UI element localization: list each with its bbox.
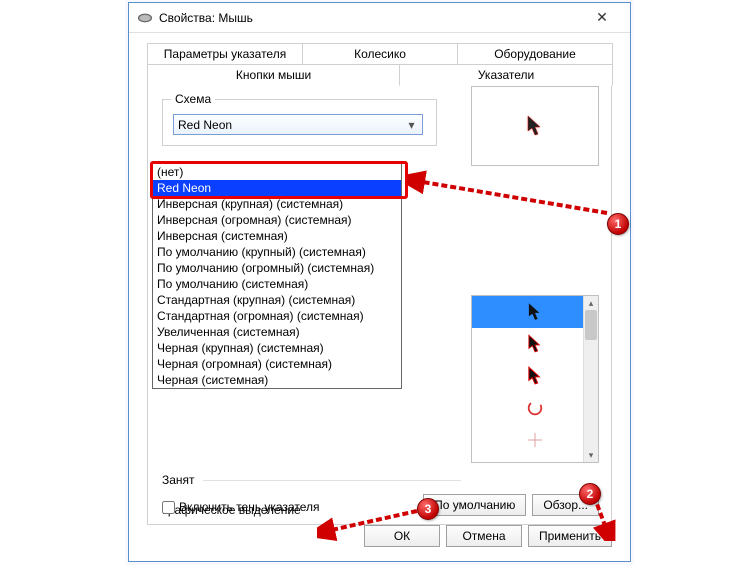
scheme-option[interactable]: По умолчанию (системная) [153, 276, 401, 292]
cursor-list-item[interactable] [472, 392, 598, 424]
scheme-option[interactable]: По умолчанию (огромный) (системная) [153, 260, 401, 276]
scheme-option[interactable]: Черная (крупная) (системная) [153, 340, 401, 356]
scheme-option[interactable]: Стандартная (крупная) (системная) [153, 292, 401, 308]
annotation-badge-3: 3 [417, 498, 439, 520]
scheme-group-label: Схема [171, 92, 215, 106]
annotation-badge-2: 2 [579, 483, 601, 505]
scheme-combobox[interactable]: Red Neon ▾ [173, 114, 423, 135]
scheme-option[interactable]: Черная (огромная) (системная) [153, 356, 401, 372]
divider [203, 480, 461, 481]
tab-row-2: Кнопки мыши Указатели [147, 64, 612, 86]
cancel-button[interactable]: Отмена [446, 525, 522, 547]
scroll-down-arrow[interactable]: ▾ [584, 448, 598, 462]
cursor-arrow-icon [527, 115, 543, 137]
pointer-shadow-checkbox-row: Включить тень указателя [162, 500, 320, 514]
scheme-option[interactable]: (нет) [153, 164, 401, 180]
cursor-list-scrollbar[interactable]: ▴ ▾ [583, 296, 598, 462]
chevron-down-icon: ▾ [404, 117, 419, 132]
mouse-properties-window: Свойства: Мышь ✕ Параметры указателя Кол… [128, 2, 631, 562]
scheme-groupbox: Схема Red Neon ▾ [162, 99, 437, 146]
scheme-option[interactable]: Red Neon [153, 180, 401, 196]
scheme-dropdown-list[interactable]: (нет) Red Neon Инверсная (крупная) (сист… [152, 163, 402, 389]
apply-button[interactable]: Применить [528, 525, 612, 547]
busy-label: Занят [162, 473, 195, 487]
scheme-option[interactable]: Инверсная (огромная) (системная) [153, 212, 401, 228]
close-icon: ✕ [596, 9, 608, 26]
scheme-option[interactable]: Инверсная (крупная) (системная) [153, 196, 401, 212]
close-button[interactable]: ✕ [582, 4, 622, 32]
scheme-button-row: По умолчанию Обзор... [423, 494, 599, 516]
scroll-up-arrow[interactable]: ▴ [584, 296, 598, 310]
crosshair-icon [526, 431, 544, 449]
cursor-list[interactable]: ▴ ▾ [471, 295, 599, 463]
cursor-list-item[interactable] [472, 328, 598, 360]
scheme-option[interactable]: Увеличенная (системная) [153, 324, 401, 340]
scheme-selected-value: Red Neon [178, 118, 232, 132]
tab-buttons[interactable]: Кнопки мыши [147, 64, 400, 86]
annotation-badge-1: 1 [607, 213, 629, 235]
defaults-button[interactable]: По умолчанию [423, 494, 526, 516]
scheme-option[interactable]: По умолчанию (крупный) (системная) [153, 244, 401, 260]
tab-pointers[interactable]: Указатели [399, 64, 613, 86]
cursor-arrow-icon [528, 334, 542, 354]
mouse-icon [137, 12, 153, 24]
cursor-list-item[interactable] [472, 296, 598, 328]
busy-spinner-icon [526, 399, 544, 417]
tab-row-1: Параметры указателя Колесико Оборудовани… [147, 43, 612, 65]
cursor-arrow-icon [528, 302, 542, 322]
dialog-button-row: ОК Отмена Применить [364, 525, 612, 547]
tab-pointer-options[interactable]: Параметры указателя [147, 43, 303, 64]
tab-wheel[interactable]: Колесико [302, 43, 458, 64]
tab-hardware[interactable]: Оборудование [457, 43, 613, 64]
cursor-preview [471, 86, 599, 166]
window-title: Свойства: Мышь [159, 11, 582, 25]
scheme-option[interactable]: Инверсная (системная) [153, 228, 401, 244]
pointer-shadow-label: Включить тень указателя [179, 500, 320, 514]
cursor-list-item[interactable] [472, 424, 598, 456]
pointer-shadow-checkbox[interactable] [162, 501, 175, 514]
cursor-arrow-icon [528, 366, 542, 386]
scheme-option[interactable]: Стандартная (огромная) (системная) [153, 308, 401, 324]
titlebar: Свойства: Мышь ✕ [129, 3, 630, 33]
ok-button[interactable]: ОК [364, 525, 440, 547]
scroll-thumb[interactable] [585, 310, 597, 340]
cursor-list-item[interactable] [472, 360, 598, 392]
scheme-option[interactable]: Черная (системная) [153, 372, 401, 388]
